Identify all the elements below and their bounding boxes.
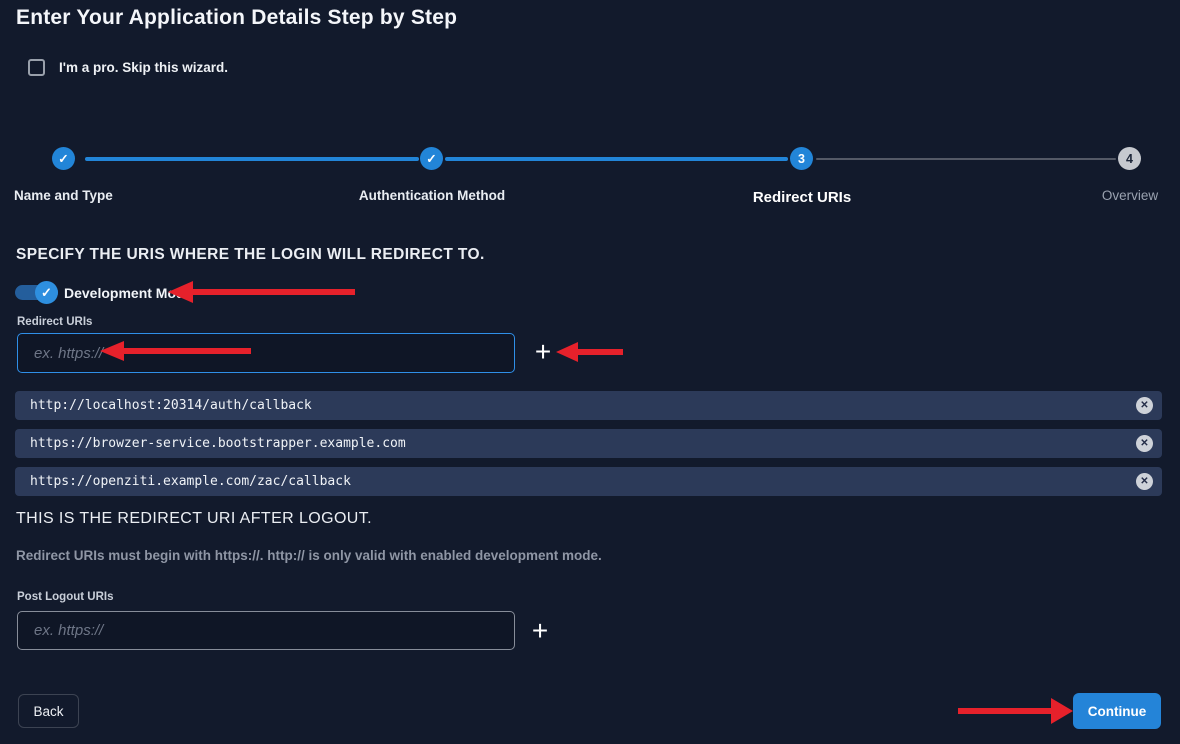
development-mode-toggle[interactable]: ✓ (15, 281, 58, 304)
continue-button[interactable]: Continue (1073, 693, 1161, 729)
step-connector-1 (85, 157, 419, 161)
step-2-indicator: ✓ (420, 147, 443, 170)
redirect-uri-chip: https://browzer-service.bootstrapper.exa… (15, 429, 1162, 458)
redirect-uri-chip: https://openziti.example.com/zac/callbac… (15, 467, 1162, 496)
skip-wizard-row: I'm a pro. Skip this wizard. (28, 59, 228, 76)
redirect-uri-value: https://openziti.example.com/zac/callbac… (15, 474, 351, 489)
redirect-uris-field-label: Redirect URIs (17, 316, 92, 328)
step-1-label: Name and Type (14, 188, 113, 203)
redirect-uri-value: http://localhost:20314/auth/callback (15, 398, 312, 413)
remove-uri-button[interactable]: ✕ (1136, 435, 1153, 452)
redirect-uri-chip: http://localhost:20314/auth/callback ✕ (15, 391, 1162, 420)
development-mode-label: Development Mode (64, 285, 192, 301)
step-3-indicator: 3 (790, 147, 813, 170)
logout-section-heading: THIS IS THE REDIRECT URI AFTER LOGOUT. (16, 510, 372, 528)
arrow-left-icon (556, 342, 578, 362)
step-1-indicator: ✓ (52, 147, 75, 170)
add-uri-annotation-arrow (556, 342, 623, 362)
redirect-uri-value: https://browzer-service.bootstrapper.exa… (15, 436, 406, 451)
remove-uri-button[interactable]: ✕ (1136, 473, 1153, 490)
arrow-right-icon (1051, 698, 1073, 724)
back-button[interactable]: Back (18, 694, 79, 728)
uri-validation-note: Redirect URIs must begin with https://. … (16, 548, 602, 563)
redirect-uri-input[interactable] (17, 333, 515, 373)
continue-annotation-arrow (958, 698, 1073, 724)
step-connector-2 (445, 157, 788, 161)
toggle-check-icon: ✓ (35, 281, 58, 304)
post-logout-field-label: Post Logout URIs (17, 591, 113, 603)
step-4-label: Overview (1102, 188, 1158, 203)
application-wizard: Enter Your Application Details Step by S… (0, 0, 1180, 744)
add-redirect-uri-button[interactable]: + (529, 334, 557, 370)
dev-mode-annotation-arrow (168, 281, 355, 303)
skip-wizard-checkbox[interactable] (28, 59, 45, 76)
redirect-section-heading: SPECIFY THE URIS WHERE THE LOGIN WILL RE… (16, 246, 485, 264)
skip-wizard-label: I'm a pro. Skip this wizard. (59, 60, 228, 75)
add-post-logout-uri-button[interactable]: + (526, 613, 554, 649)
page-title: Enter Your Application Details Step by S… (16, 6, 457, 30)
step-2-label: Authentication Method (359, 188, 505, 203)
post-logout-uri-input[interactable] (17, 611, 515, 650)
step-connector-3 (816, 158, 1116, 160)
remove-uri-button[interactable]: ✕ (1136, 397, 1153, 414)
development-mode-row: ✓ Development Mode (15, 281, 192, 304)
step-4-indicator: 4 (1118, 147, 1141, 170)
step-3-label: Redirect URIs (753, 189, 851, 206)
